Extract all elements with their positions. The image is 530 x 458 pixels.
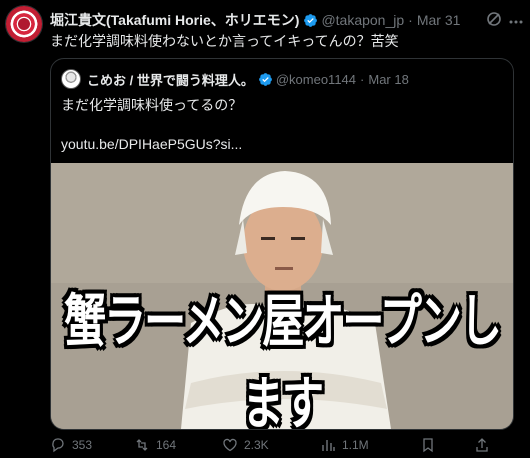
author-name[interactable]: 堀江貴文(Takafumi Horie、ホリエモン) <box>50 10 299 30</box>
quoted-tweet-link[interactable]: youtu.be/DPIHaeP5GUs?si... <box>61 135 501 153</box>
tweet[interactable]: 堀江貴文(Takafumi Horie、ホリエモン) @takapon_jp ·… <box>0 0 530 458</box>
repost-button[interactable]: 164 <box>134 437 222 453</box>
grok-icon[interactable] <box>486 11 502 27</box>
author-handle[interactable]: @takapon_jp <box>321 12 404 28</box>
share-button[interactable] <box>474 437 490 453</box>
quoted-tweet-date: Mar 18 <box>368 71 409 87</box>
repost-count: 164 <box>156 438 177 452</box>
quoted-author-name: こめお / 世界で闘う料理人。 <box>87 72 254 88</box>
quoted-author-handle: @komeo1144 <box>275 71 357 87</box>
quoted-tweet-text: まだ化学調味料使ってるの？ <box>61 97 243 113</box>
repost-icon <box>136 439 148 451</box>
tweet-header: 堀江貴文(Takafumi Horie、ホリエモン) @takapon_jp ·… <box>50 10 461 30</box>
author-avatar[interactable] <box>6 6 42 42</box>
share-icon <box>476 438 488 452</box>
tweet-date[interactable]: Mar 31 <box>417 12 461 28</box>
tweet-text: まだ化学調味料使わないとか言ってイキってんの？苦笑 <box>50 33 399 49</box>
like-count: 2.3K <box>244 438 269 452</box>
reply-button[interactable]: 353 <box>50 437 134 453</box>
quoted-tweet-header: こめお / 世界で闘う料理人。 @komeo1144 · Mar 18 <box>61 69 501 89</box>
reply-count: 353 <box>72 438 93 452</box>
video-caption: 蟹ラーメン屋オープンします <box>64 287 502 429</box>
quoted-tweet-video-thumbnail[interactable]: 蟹ラーメン屋オープンします <box>51 163 513 429</box>
more-icon[interactable] <box>508 14 524 24</box>
verified-badge-icon <box>303 13 318 28</box>
reply-icon <box>52 438 64 453</box>
action-bar: 353 164 2.3K 1.1M <box>50 436 524 454</box>
like-icon <box>223 438 237 452</box>
bookmark-icon <box>423 438 433 453</box>
like-button[interactable]: 2.3K <box>222 437 320 453</box>
verified-badge-icon <box>258 72 273 87</box>
quoted-author-avatar <box>61 69 81 89</box>
views-button[interactable]: 1.1M <box>320 437 420 453</box>
views-icon <box>322 440 335 451</box>
quoted-tweet[interactable]: こめお / 世界で闘う料理人。 @komeo1144 · Mar 18 まだ化学… <box>50 58 514 430</box>
views-count: 1.1M <box>342 438 369 452</box>
bookmark-button[interactable] <box>420 437 474 453</box>
